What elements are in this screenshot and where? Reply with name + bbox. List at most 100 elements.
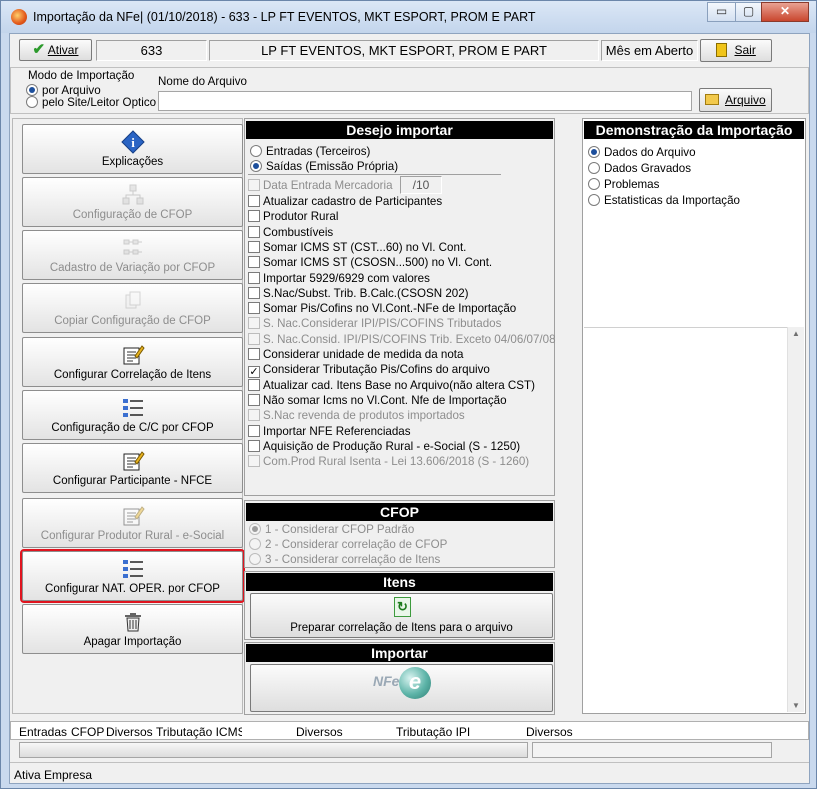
desejo-checkbox[interactable]: Somar Pis/Cofins no Vl.Cont.-NFe de Impo… (248, 302, 516, 316)
radio-icon (250, 145, 262, 157)
desejo-checkbox[interactable]: Importar 5929/6929 com valores (248, 271, 430, 286)
demo-option[interactable]: Problemas (588, 178, 659, 192)
desejo-checkbox[interactable]: Produtor Rural (248, 210, 338, 224)
radio-icon (250, 160, 262, 172)
sair-label: Sair (734, 43, 756, 57)
sidebar-item-apagar-importacao[interactable]: Apagar Importação (22, 604, 243, 654)
desejo-checkbox-label: Atualizar cad. Itens Base no Arquivo(não… (263, 378, 535, 392)
demo-panel: Demonstração da Importação Dados do Arqu… (582, 118, 806, 714)
minimize-button[interactable]: ▭ (707, 2, 736, 22)
demo-option-label: Estatisticas da Importação (604, 194, 740, 207)
sidebar-item-configuracao-de-c-c-por-cfop[interactable]: Configuração de C/C por CFOP (22, 390, 243, 440)
desejo-checkbox-label: Somar Pis/Cofins no Vl.Cont.-NFe de Impo… (263, 302, 517, 316)
desejo-checkbox-label: Aquisição de Produção Rural - e-Social (… (263, 439, 521, 453)
checkbox-icon (248, 286, 260, 299)
checkbox-icon (248, 225, 260, 238)
status-text: Ativa Empresa (14, 768, 93, 782)
desejo-checkbox[interactable]: Somar ICMS ST (CST...60) no Vl. Cont. (248, 240, 466, 255)
checkbox-icon (248, 439, 260, 452)
sair-button[interactable]: Sair (700, 39, 772, 62)
file-name-input[interactable] (158, 91, 692, 111)
data-entrada-field[interactable]: /10 (400, 176, 442, 194)
period-status: Mês em Aberto (601, 40, 698, 61)
cfop-option-3[interactable]: 3 - Considerar correlação de Itens (249, 553, 440, 567)
sidebar-item-configurar-produtor-rural-e-social[interactable]: Configurar Produtor Rural - e-Social (22, 498, 243, 548)
checkbox-icon (248, 409, 260, 422)
preparar-correlacao-button[interactable]: ↻ Preparar correlação de Itens para o ar… (250, 593, 553, 638)
sidebar-item-configurar-participante-nfce[interactable]: Configurar Participante - NFCE (22, 443, 243, 493)
checkbox-icon (248, 348, 260, 360)
desejo-checkbox[interactable]: Atualizar cad. Itens Base no Arquivo(não… (248, 378, 535, 393)
sidebar-item-configurar-correlacao-de-itens[interactable]: Configurar Correlação de Itens (22, 337, 243, 387)
demo-option-label: Problemas (604, 178, 660, 191)
form-edit-icon (121, 504, 145, 528)
col-diversos-2[interactable]: Diversos (296, 725, 343, 739)
desejo-checkbox-label: Somar ICMS ST (CSOSN...500) no Vl. Cont. (263, 256, 493, 270)
ativar-button[interactable]: ✔ Ativar (19, 39, 92, 61)
cfop-option-1[interactable]: 1 - Considerar CFOP Padrão (249, 523, 414, 537)
demo-option-label: Dados do Arquivo (604, 146, 696, 159)
scroll-down-icon[interactable]: ▼ (788, 701, 804, 710)
sidebar-item-configurar-nat-oper-por-cfop[interactable]: Configurar NAT. OPER. por CFOP (20, 549, 245, 603)
desejo-checkbox-label: Atualizar cadastro de Participantes (263, 195, 443, 208)
col-cfop[interactable]: CFOP (71, 725, 104, 739)
desejo-checkbox-label: Importar NFE Referenciadas (263, 424, 411, 438)
divider (248, 174, 501, 175)
col-tributacao-ipi[interactable]: Tributação IPI (396, 725, 470, 739)
col-tributacao-icms[interactable]: Tributação ICMS (156, 725, 242, 739)
checkbox-icon (248, 271, 260, 284)
data-entrada-checkbox[interactable]: Data Entrada Mercadoria (248, 179, 393, 193)
desejo-checkbox[interactable]: Atualizar cadastro de Participantes (248, 195, 442, 209)
demo-option[interactable]: Dados do Arquivo (588, 146, 696, 160)
sidebar-item-configuracao-de-cfop[interactable]: Configuração de CFOP (22, 177, 243, 227)
col-diversos-3[interactable]: Diversos (526, 725, 573, 739)
checkbox-icon (248, 240, 260, 253)
demo-header: Demonstração da Importação (584, 121, 804, 139)
desejo-checkbox[interactable]: ✓ Considerar Tributação Pis/Cofins do arq… (248, 363, 490, 379)
radio-icon (588, 146, 600, 158)
radio-entradas[interactable]: Entradas (Terceiros) (250, 145, 370, 159)
sidebar-item-cadastro-de-variacao-por-cfop[interactable]: Cadastro de Variação por CFOP (22, 230, 243, 280)
desejo-checkbox[interactable]: Importar NFE Referenciadas (248, 424, 411, 439)
desejo-checkbox[interactable]: Com.Prod Rural Isenta - Lei 13.606/2018 … (248, 455, 529, 469)
desejo-checkbox[interactable]: Considerar unidade de medida da nota (248, 348, 463, 362)
desejo-checkbox[interactable]: S. Nac.Consid. IPI/PIS/COFINS Trib. Exce… (248, 332, 556, 347)
folder-icon (705, 94, 720, 105)
desejo-checkbox[interactable]: S.Nac/Subst. Trib. B.Calc.(CSOSN 202) (248, 286, 469, 301)
demo-option[interactable]: Dados Gravados (588, 162, 691, 176)
close-button[interactable]: ✕ (761, 2, 809, 22)
desejo-checkbox[interactable]: Combustíveis (248, 225, 333, 240)
desejo-checkbox-label: Considerar Tributação Pis/Cofins do arqu… (263, 363, 490, 377)
grid-icon (121, 236, 145, 260)
cfop-option-2[interactable]: 2 - Considerar correlação de CFOP (249, 538, 447, 552)
desejo-checkbox[interactable]: S. Nac.Considerar IPI/PIS/COFINS Tributa… (248, 317, 501, 331)
col-diversos-1[interactable]: Diversos (106, 725, 153, 739)
cfop-option-2-label: 2 - Considerar correlação de CFOP (265, 538, 448, 551)
info-icon: i (120, 130, 145, 154)
sidebar-item-label: Configurar NAT. OPER. por CFOP (45, 583, 220, 595)
desejo-checkbox[interactable]: Não somar Icms no Vl.Cont. Nfe de Import… (248, 393, 507, 408)
checkbox-icon (248, 332, 260, 345)
demo-option[interactable]: Estatisticas da Importação (588, 194, 740, 208)
radio-icon (249, 523, 261, 535)
sidebar-item-copiar-configuracao-de-cfop[interactable]: Copiar Configuração de CFOP (22, 283, 243, 333)
cfop-option-1-label: 1 - Considerar CFOP Padrão (265, 523, 415, 536)
sidebar-item-explicacoes[interactable]: i Explicações (22, 124, 243, 174)
scroll-up-icon[interactable]: ▲ (788, 329, 804, 338)
arquivo-button[interactable]: Arquivo (699, 88, 772, 112)
desejo-checkbox[interactable]: Somar ICMS ST (CSOSN...500) no Vl. Cont. (248, 256, 492, 270)
desejo-checkbox[interactable]: Aquisição de Produção Rural - e-Social (… (248, 439, 521, 454)
importar-button[interactable]: NFe e (250, 664, 553, 712)
exit-door-icon (716, 43, 728, 57)
col-entradas[interactable]: Entradas (19, 725, 67, 739)
progress-status (532, 742, 772, 758)
file-name-label: Nome do Arquivo (158, 75, 247, 88)
desejo-checkbox[interactable]: S.Nac revenda de produtos importados (248, 409, 465, 423)
maximize-button[interactable]: ▢ (735, 2, 762, 22)
import-mode-site[interactable]: pelo Site/Leitor Optico (26, 96, 156, 110)
window-title: Importação da NFe| (01/10/2018) - 633 - … (33, 10, 536, 24)
checkbox-icon (248, 179, 260, 191)
demo-scrollbar[interactable]: ▲ ▼ (787, 327, 804, 712)
radio-saidas[interactable]: Saídas (Emissão Própria) (250, 160, 398, 174)
sidebar-item-label: Configurar Correlação de Itens (53, 369, 212, 381)
